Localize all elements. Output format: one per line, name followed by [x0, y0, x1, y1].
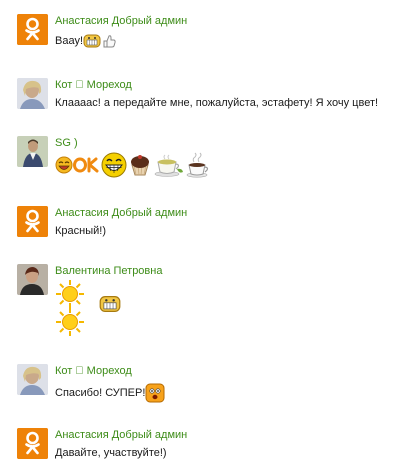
- comment-text: Спасибо! СУПЕР!: [55, 383, 165, 403]
- ok-logo-avatar[interactable]: [17, 206, 48, 237]
- comment-author[interactable]: Анастасия Добрый админ: [55, 207, 187, 219]
- ok-logo-icon: [17, 14, 48, 45]
- comment-author[interactable]: Анастасия Добрый админ: [55, 429, 187, 441]
- comment-message: Спасибо! СУПЕР!: [55, 386, 146, 399]
- laughing-face-emoticon: [55, 156, 73, 174]
- tea-cup-emoticon: [154, 154, 183, 177]
- comment-text: Ваау!: [55, 33, 117, 49]
- user-photo-icon: [17, 364, 48, 395]
- comment: Анастасия Добрый админ Давайте, участвуй…: [17, 428, 407, 462]
- grinning-face-emoticon: [83, 34, 101, 48]
- comment-author[interactable]: Кот ⃞ Мореход: [55, 79, 132, 91]
- comment-emoticons: [55, 152, 211, 178]
- comment-author[interactable]: SG ): [55, 137, 78, 149]
- comment-text: Клааааc! а передайте мне, пожалуйста, эс…: [55, 97, 379, 109]
- comment: Кот ⃞ Мореход Клааааc! а передайте мне, …: [17, 78, 407, 112]
- grinning-face-emoticon: [99, 296, 121, 312]
- comment: Валентина Петровна: [17, 264, 407, 342]
- user-avatar[interactable]: [17, 364, 48, 395]
- comment-text: Красный!): [55, 225, 106, 237]
- comment-author[interactable]: Кот ⃞ Мореход: [55, 365, 132, 377]
- comment-author[interactable]: Анастасия Добрый админ: [55, 15, 187, 27]
- comment-message: Ваау!: [55, 34, 84, 47]
- comment: Кот ⃞ Мореход Спасибо! СУПЕР!: [17, 364, 407, 404]
- comment: Анастасия Добрый админ Красный!): [17, 206, 407, 240]
- user-avatar[interactable]: [17, 136, 48, 167]
- ok-logo-icon: [17, 206, 48, 237]
- sun-emoticon: [56, 308, 84, 336]
- ok-logo-avatar[interactable]: [17, 14, 48, 45]
- user-avatar[interactable]: [17, 264, 48, 295]
- ok-logo-icon: [17, 428, 48, 459]
- user-avatar[interactable]: [17, 78, 48, 109]
- comment: Анастасия Добрый админ Ваау!: [17, 14, 407, 48]
- ok-sign-emoticon: [73, 157, 99, 173]
- thumbs-up-emoticon: [103, 35, 116, 48]
- ok-logo-avatar[interactable]: [17, 428, 48, 459]
- comment-author[interactable]: Валентина Петровна: [55, 265, 162, 277]
- user-photo-icon: [17, 78, 48, 109]
- big-grin-emoticon: [101, 152, 127, 178]
- comment-text: Давайте, участвуйте!): [55, 447, 167, 459]
- comment: SG ): [17, 136, 407, 186]
- sun-emoticon: [56, 280, 84, 308]
- cupcake-emoticon: [131, 155, 149, 176]
- surprised-face-emoticon: [145, 383, 165, 403]
- coffee-cup-emoticon: [186, 152, 209, 178]
- user-photo-icon: [17, 136, 48, 167]
- user-photo-icon: [17, 264, 48, 295]
